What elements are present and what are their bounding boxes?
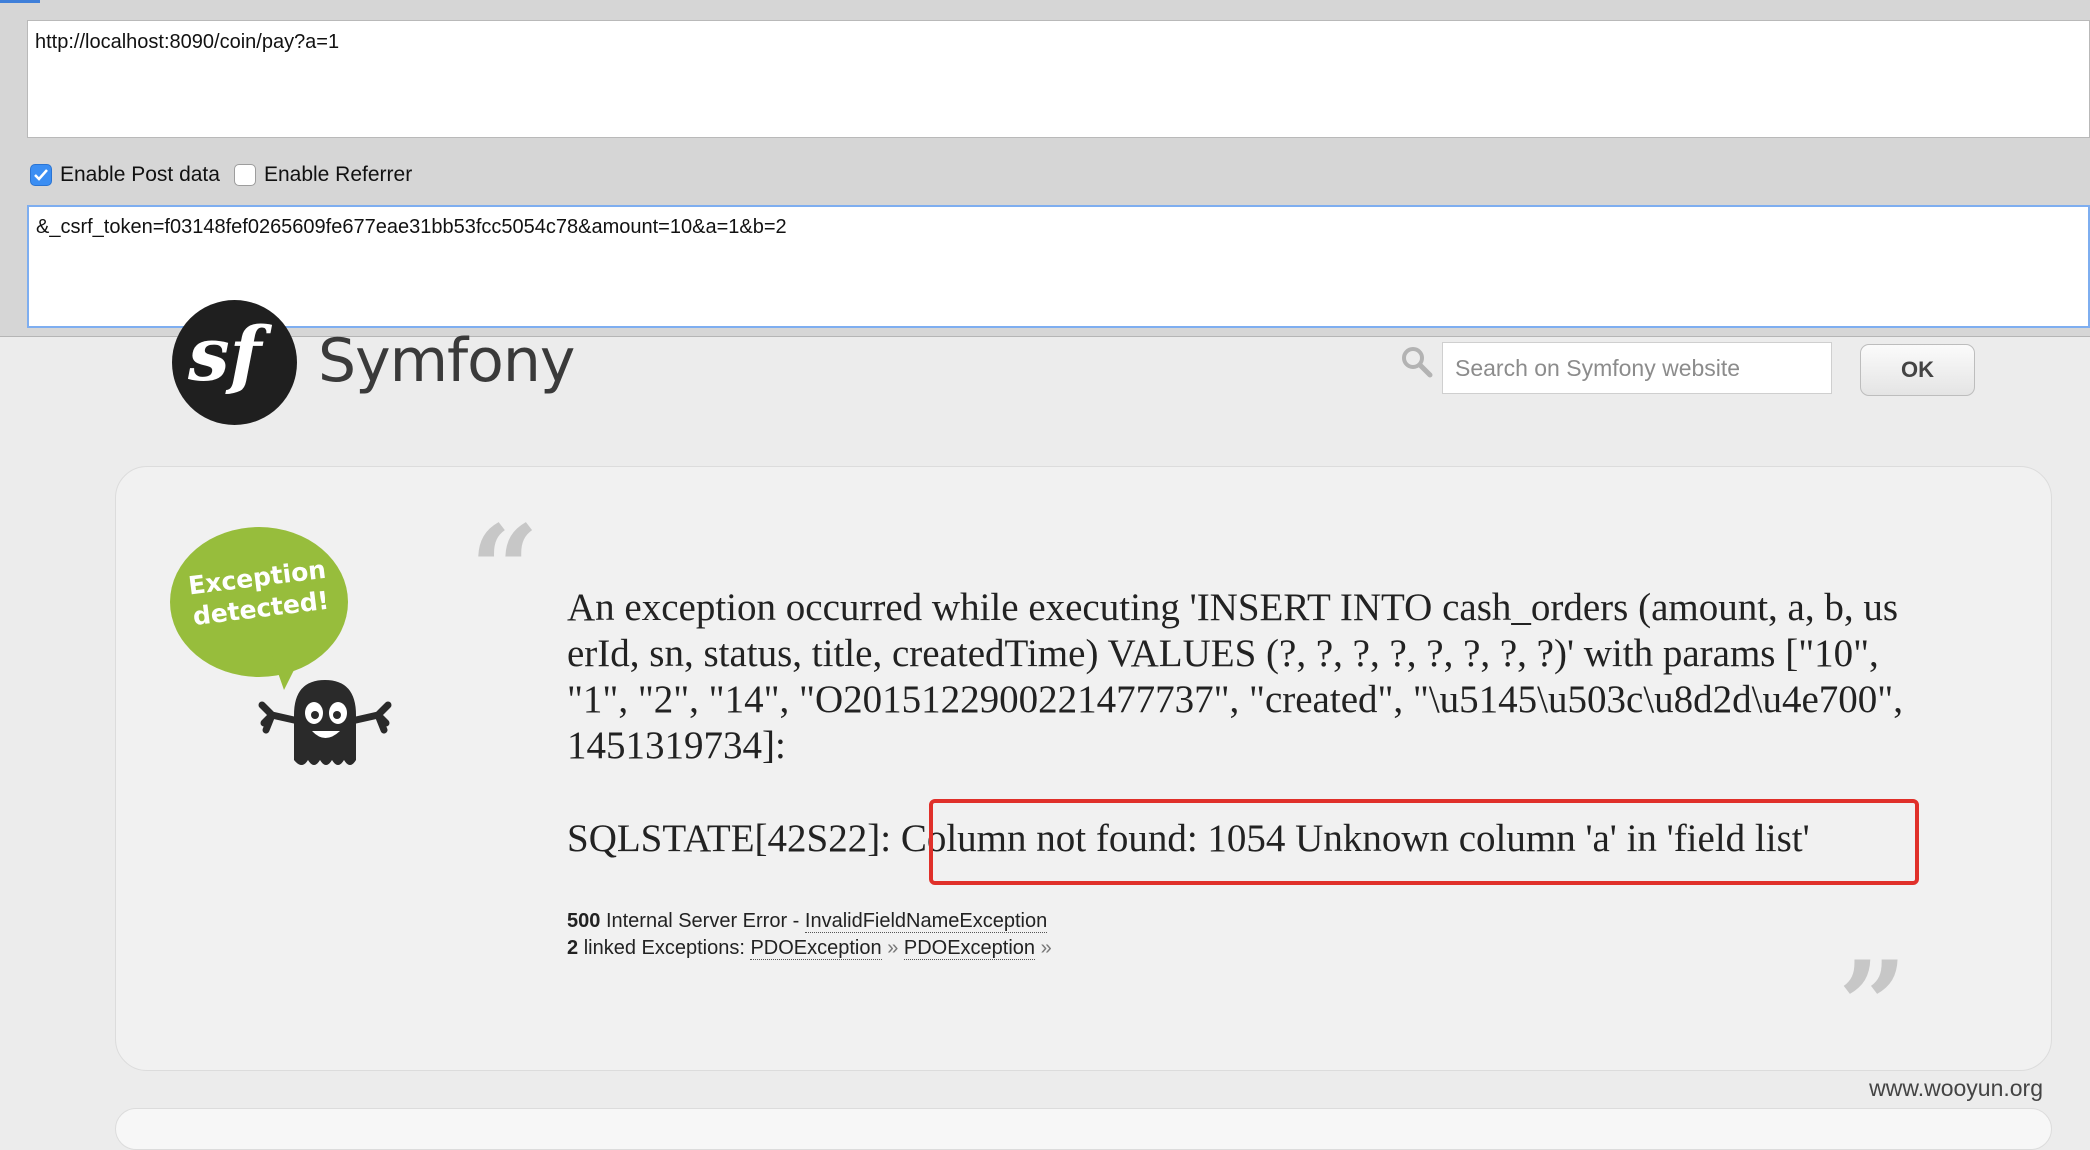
linked-text: linked Exceptions: [583, 937, 751, 959]
status-code: 500 [567, 910, 601, 932]
url-field[interactable]: http://localhost:8090/coin/pay?a=1 [27, 20, 2090, 138]
sqlstate-prefix: SQLSTATE[42S22]: [567, 817, 901, 860]
watermark: www.wooyun.org [1869, 1075, 2043, 1101]
checkmark-icon [34, 169, 48, 181]
toolbar-accent [0, 0, 40, 3]
linked-exceptions-line: 2 linked Exceptions: PDOException » PDOE… [567, 937, 1052, 960]
linked-exception-link-1[interactable]: PDOException [750, 937, 882, 960]
close-quote-icon: ” [1838, 935, 1908, 1076]
post-options: Enable Post data Enable Referrer [30, 160, 412, 190]
linked-exception-link-2[interactable]: PDOException [903, 937, 1036, 960]
enable-post-checkbox[interactable] [30, 164, 52, 186]
raquo-icon: » [1040, 937, 1052, 959]
search-input[interactable] [1442, 342, 1832, 394]
status-text: Internal Server Error - [605, 910, 805, 932]
exception-class-link[interactable]: InvalidFieldNameException [804, 910, 1048, 933]
raquo-icon: » [887, 937, 899, 959]
enable-referrer-checkbox[interactable] [233, 164, 256, 186]
exception-message: An exception occurred while executing 'I… [567, 586, 1903, 767]
ghost-mascot-icon [258, 680, 392, 765]
next-section-card [115, 1108, 2052, 1150]
linked-count: 2 [567, 937, 579, 959]
search-icon [1402, 347, 1433, 378]
symfony-wordmark[interactable]: Symfony [318, 326, 575, 396]
ok-button[interactable]: OK [1860, 344, 1975, 396]
enable-referrer-label[interactable]: Enable Referrer [264, 163, 412, 187]
post-data-text: &_csrf_token=f03148fef0265609fe677eae31b… [36, 216, 787, 238]
enable-post-label[interactable]: Enable Post data [60, 163, 220, 187]
request-toolbar: http://localhost:8090/coin/pay?a=1 Enabl… [0, 0, 2090, 337]
symfony-logo[interactable]: sf [172, 300, 297, 425]
status-line: 500 Internal Server Error - InvalidField… [567, 910, 1048, 933]
post-data-field[interactable]: &_csrf_token=f03148fef0265609fe677eae31b… [27, 205, 2090, 328]
error-highlight-box [929, 799, 1919, 885]
open-quote-icon: “ [470, 499, 540, 640]
url-text: http://localhost:8090/coin/pay?a=1 [35, 31, 340, 53]
logo-glyph: sf [188, 312, 262, 398]
